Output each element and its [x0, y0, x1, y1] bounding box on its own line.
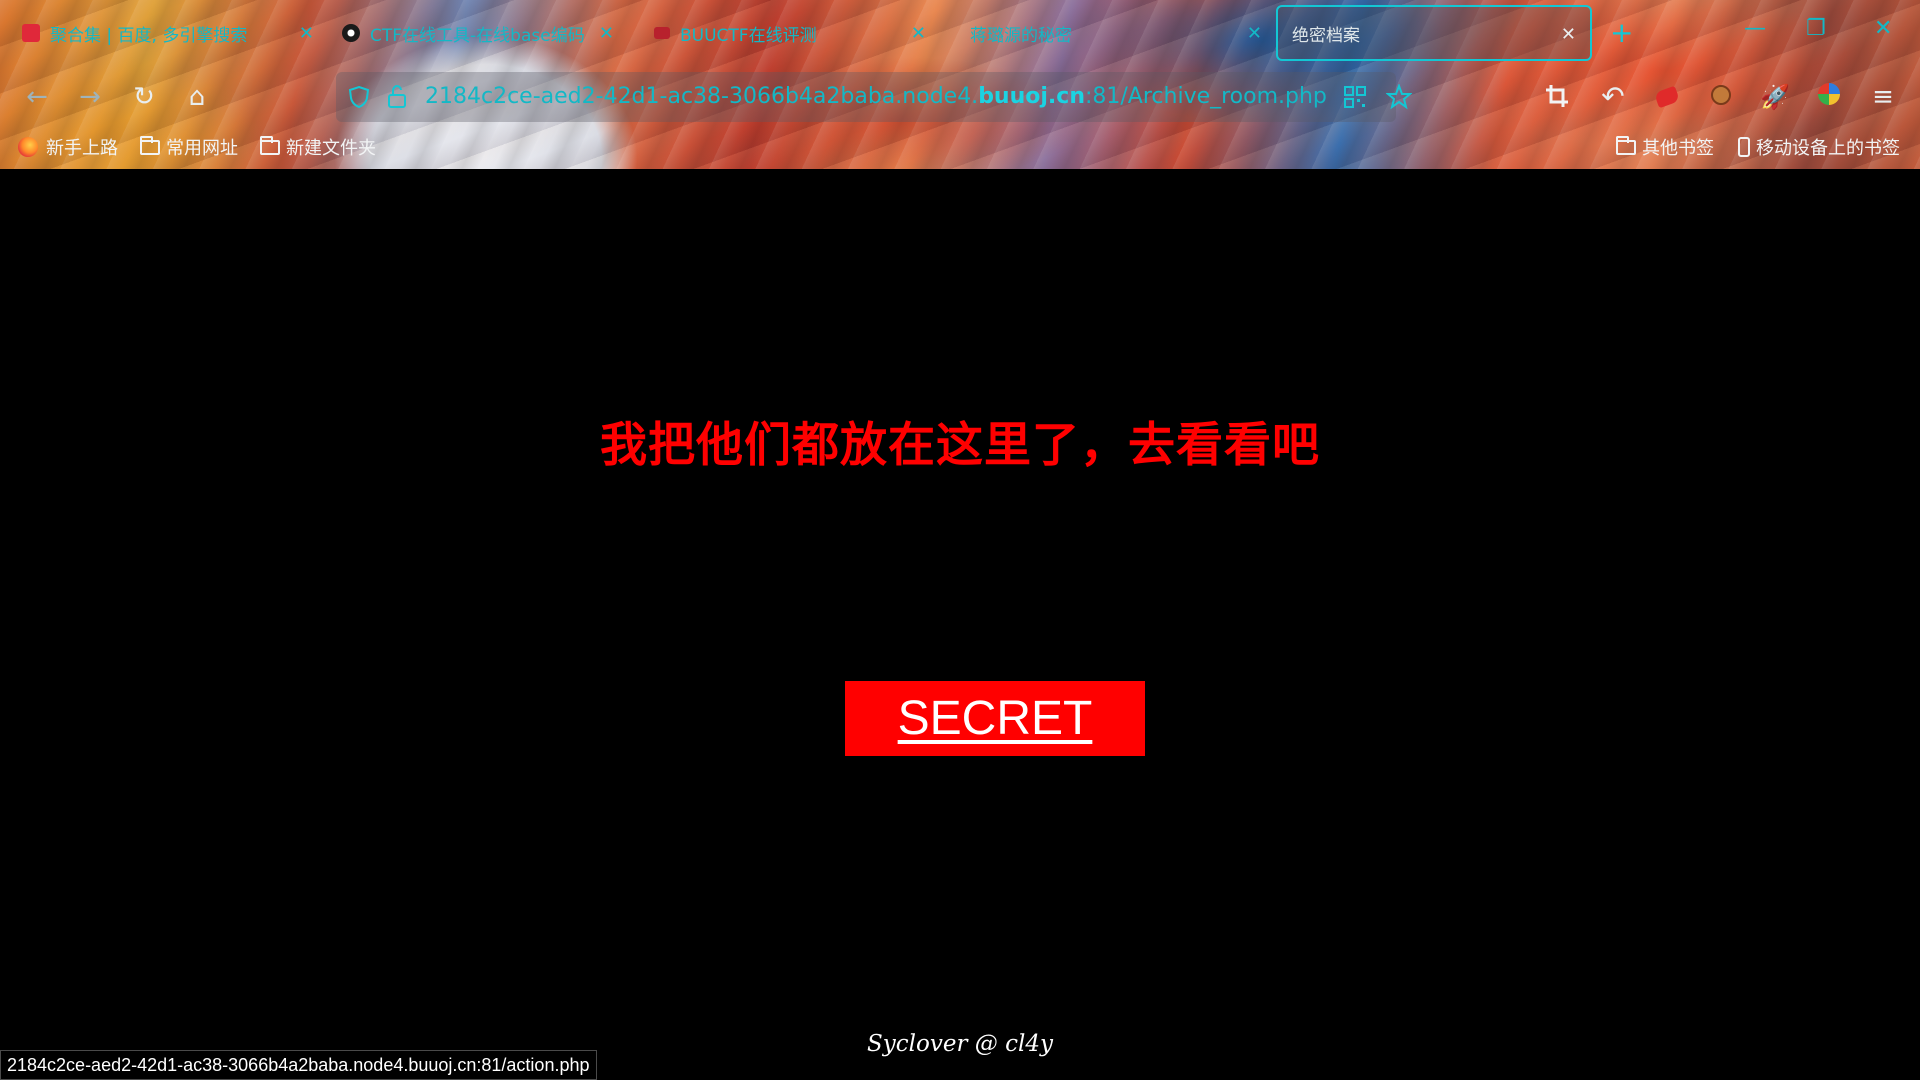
- bookmarks-bar: 新手上路 常用网址 新建文件夹 其他书签 移动设备上的书签: [0, 130, 1920, 166]
- tab-buuctf[interactable]: BUUCTF在线评测 ✕: [640, 6, 940, 60]
- close-icon[interactable]: ✕: [599, 23, 614, 44]
- rocket-icon[interactable]: 🚀: [1760, 82, 1790, 112]
- ctf-favicon-icon: [342, 24, 360, 42]
- lock-icon[interactable]: [386, 84, 408, 110]
- menu-icon[interactable]: ≡: [1868, 82, 1898, 112]
- bookmark-label: 移动设备上的书签: [1756, 138, 1900, 159]
- bookmark-label: 新建文件夹: [286, 138, 376, 159]
- bookmark-folder-common[interactable]: 常用网址: [140, 134, 238, 160]
- back-arrow-icon[interactable]: ←: [22, 82, 52, 112]
- url-text[interactable]: 2184c2ce-aed2-42d1-ac38-3066b4a2baba.nod…: [425, 84, 1327, 109]
- bookmark-getting-started[interactable]: 新手上路: [18, 134, 118, 160]
- close-icon[interactable]: ✕: [911, 23, 926, 44]
- page-content: 我把他们都放在这里了，去看看吧 SECRET Syclover @ cl4y: [0, 169, 1920, 1080]
- star-icon[interactable]: [1386, 84, 1412, 110]
- page-headline: 我把他们都放在这里了，去看看吧: [600, 418, 1320, 473]
- tab-search[interactable]: 聚合集 | 百度, 多引擎搜索 ✕: [8, 6, 328, 60]
- folder-icon: [1616, 135, 1636, 155]
- bookmark-folder-new[interactable]: 新建文件夹: [260, 134, 376, 160]
- extension-red-icon[interactable]: [1652, 82, 1682, 112]
- close-icon[interactable]: ✕: [1247, 23, 1262, 44]
- bookmark-mobile[interactable]: 移动设备上的书签: [1738, 134, 1900, 160]
- mobile-device-icon: [1738, 137, 1750, 157]
- extension-globe-icon[interactable]: [1814, 82, 1844, 112]
- tab-title: 绝密档案: [1292, 25, 1360, 46]
- close-icon[interactable]: ✕: [299, 23, 314, 44]
- undo-icon[interactable]: ↶: [1598, 82, 1628, 112]
- browser-chrome: 聚合集 | 百度, 多引擎搜索 ✕ CTF在线工具-在线base编码 ✕ BUU…: [0, 0, 1920, 169]
- home-icon[interactable]: ⌂: [182, 82, 212, 112]
- close-icon[interactable]: ✕: [1561, 24, 1576, 45]
- tab-bar: 聚合集 | 百度, 多引擎搜索 ✕ CTF在线工具-在线base编码 ✕ BUU…: [0, 0, 1920, 66]
- url-suffix: :81/Archive_room.php: [1084, 84, 1327, 109]
- qr-code-icon[interactable]: [1344, 86, 1366, 108]
- bookmark-label: 常用网址: [166, 138, 238, 159]
- tab-ctf-tools[interactable]: CTF在线工具-在线base编码 ✕: [328, 6, 628, 60]
- firefox-icon: [18, 137, 38, 157]
- bookmark-other[interactable]: 其他书签: [1616, 134, 1714, 160]
- folder-icon: [260, 135, 280, 155]
- tab-title: CTF在线工具-在线base编码: [370, 25, 585, 46]
- new-tab-plus-icon[interactable]: +: [1610, 16, 1633, 49]
- bookmark-label: 新手上路: [46, 138, 118, 159]
- tab-secret-story[interactable]: 蒋璐源的秘密 ✕: [956, 6, 1276, 60]
- reload-icon[interactable]: ↻: [129, 82, 159, 112]
- crop-icon[interactable]: [1545, 84, 1569, 108]
- search-favicon-icon: [22, 24, 40, 42]
- shield-icon[interactable]: [348, 85, 370, 109]
- status-bar-url: 2184c2ce-aed2-42d1-ac38-3066b4a2baba.nod…: [0, 1050, 597, 1080]
- extension-monkey-icon[interactable]: [1706, 82, 1736, 112]
- tab-title: BUUCTF在线评测: [680, 25, 817, 46]
- secret-button[interactable]: SECRET: [845, 681, 1145, 756]
- tab-title: 聚合集 | 百度, 多引擎搜索: [50, 25, 248, 46]
- tab-top-secret[interactable]: 绝密档案 ✕: [1276, 5, 1592, 61]
- navigation-bar: ← → ↻ ⌂ 2184c2ce-aed2-42d1-ac38-3066b4a2…: [0, 70, 1920, 124]
- window-close-icon[interactable]: ✕: [1874, 16, 1892, 41]
- url-domain: buuoj.cn: [978, 84, 1085, 109]
- url-prefix: 2184c2ce-aed2-42d1-ac38-3066b4a2baba.nod…: [425, 84, 979, 109]
- folder-icon: [140, 135, 160, 155]
- maximize-icon[interactable]: ❐: [1806, 16, 1826, 41]
- buuctf-favicon-icon: [654, 27, 670, 39]
- bookmark-label: 其他书签: [1642, 138, 1714, 159]
- tab-title: 蒋璐源的秘密: [970, 25, 1072, 46]
- minimize-icon[interactable]: —: [1744, 16, 1766, 41]
- forward-arrow-icon[interactable]: →: [75, 82, 105, 112]
